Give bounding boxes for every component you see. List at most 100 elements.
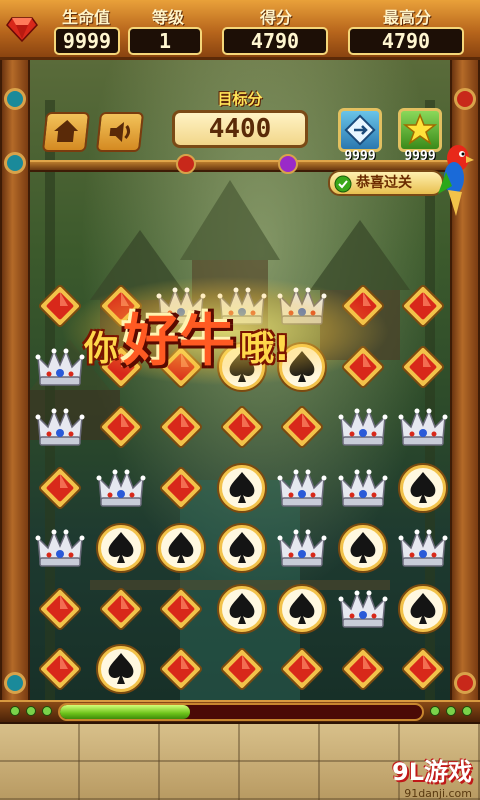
crown-icon <box>35 529 85 567</box>
spade-tile[interactable] <box>93 641 149 697</box>
home-icon <box>54 120 79 142</box>
spade-icon <box>216 583 267 634</box>
red-orb-icon <box>454 672 476 694</box>
diamond-icon <box>160 466 202 509</box>
level-label: 等级 <box>151 8 184 27</box>
diamond-icon <box>402 648 444 690</box>
star-icon <box>402 112 438 145</box>
spade-tile[interactable] <box>395 581 451 637</box>
crown-tile[interactable] <box>395 399 451 455</box>
diamond-tile[interactable] <box>214 399 270 455</box>
diamond-icon <box>220 406 263 448</box>
crown-tile[interactable] <box>335 399 391 455</box>
diamond-icon <box>220 648 263 690</box>
score-value: 4790 <box>222 27 328 55</box>
crown-icon <box>277 529 327 567</box>
crown-icon <box>96 469 145 507</box>
lives-label: 生命值 <box>61 8 110 27</box>
crown-icon <box>338 408 387 446</box>
crown-tile[interactable] <box>274 460 330 516</box>
diamond-icon <box>160 587 202 630</box>
combo-message: 你 好牛 哦! <box>84 296 384 374</box>
crown-tile[interactable] <box>32 399 88 455</box>
diamond-tile[interactable] <box>214 641 270 697</box>
diamond-tile[interactable] <box>274 399 330 455</box>
diamond-tile[interactable] <box>395 278 451 334</box>
diamond-icon <box>160 406 202 448</box>
crown-tile[interactable] <box>274 520 330 576</box>
spade-icon <box>216 462 267 513</box>
spade-tile[interactable] <box>395 460 451 516</box>
spade-tile[interactable] <box>335 520 391 576</box>
spade-icon <box>398 583 448 634</box>
diamond-tile[interactable] <box>93 581 149 637</box>
spade-icon <box>277 583 327 634</box>
sound-button[interactable] <box>95 112 145 152</box>
teal-orb-icon <box>4 152 26 174</box>
crown-icon <box>398 408 448 446</box>
combo-text-part3: 哦! <box>240 329 290 369</box>
diamond-icon <box>341 648 384 690</box>
spade-tile[interactable] <box>214 460 270 516</box>
level-value: 1 <box>128 27 202 55</box>
watermark-logo-text: 9L游戏 <box>392 758 472 786</box>
diamond-icon <box>39 648 81 690</box>
level-progress-fill <box>60 705 191 719</box>
diamond-tile[interactable] <box>153 581 209 637</box>
best-score-value: 4790 <box>348 27 464 55</box>
crown-tile[interactable] <box>32 520 88 576</box>
diamond-icon <box>39 466 81 509</box>
diamond-tile[interactable] <box>32 641 88 697</box>
diamond-icon <box>281 406 323 448</box>
crown-icon <box>338 469 387 507</box>
top-stats-bar: 生命值 9999 等级 1 得分 4790 最高分 4790 <box>0 0 480 60</box>
purple-orb-icon <box>278 154 298 174</box>
spade-icon <box>156 523 206 573</box>
spade-icon <box>398 462 448 513</box>
diamond-tile[interactable] <box>32 581 88 637</box>
spade-tile[interactable] <box>214 520 270 576</box>
target-score-value: 4400 <box>172 110 308 148</box>
crown-tile[interactable] <box>335 460 391 516</box>
green-dot-icon <box>10 706 20 716</box>
diamond-icon <box>402 345 444 388</box>
diamond-tile[interactable] <box>153 399 209 455</box>
score-label: 得分 <box>259 8 292 27</box>
diamond-tile[interactable] <box>274 641 330 697</box>
diamond-icon <box>99 587 142 630</box>
spade-tile[interactable] <box>153 520 209 576</box>
watermark-url: 91danji.com <box>404 787 472 800</box>
spade-tile[interactable] <box>274 581 330 637</box>
diamond-tile[interactable] <box>93 399 149 455</box>
diamond-tile[interactable] <box>395 641 451 697</box>
target-score-label: 目标分 <box>217 90 263 108</box>
green-dot-icon <box>446 706 456 716</box>
spade-tile[interactable] <box>93 520 149 576</box>
diamond-tile[interactable] <box>153 460 209 516</box>
diamond-icon <box>160 648 202 690</box>
diamond-tile[interactable] <box>395 339 451 395</box>
diamond-tile[interactable] <box>335 641 391 697</box>
crown-icon <box>35 408 85 446</box>
red-orb-icon <box>176 154 196 174</box>
diamond-icon <box>99 406 142 448</box>
parrot-mascot <box>438 145 474 216</box>
level-clear-badge: 恭喜过关 <box>328 170 444 196</box>
crown-icon <box>338 590 387 628</box>
diamond-tile[interactable] <box>153 641 209 697</box>
teal-orb-icon <box>4 672 26 694</box>
diamond-tile[interactable] <box>32 460 88 516</box>
spade-tile[interactable] <box>214 581 270 637</box>
combo-text-part1: 你 <box>84 329 118 369</box>
green-dot-icon <box>430 706 440 716</box>
home-button[interactable] <box>41 112 91 152</box>
shuffle-powerup-button[interactable] <box>338 108 382 152</box>
green-check-icon <box>334 175 352 193</box>
crown-tile[interactable] <box>395 520 451 576</box>
crown-tile[interactable] <box>335 581 391 637</box>
spade-icon <box>95 644 146 694</box>
level-clear-text: 恭喜过关 <box>356 175 412 191</box>
crown-tile[interactable] <box>93 460 149 516</box>
spade-icon <box>216 523 267 573</box>
crown-icon <box>398 529 448 567</box>
